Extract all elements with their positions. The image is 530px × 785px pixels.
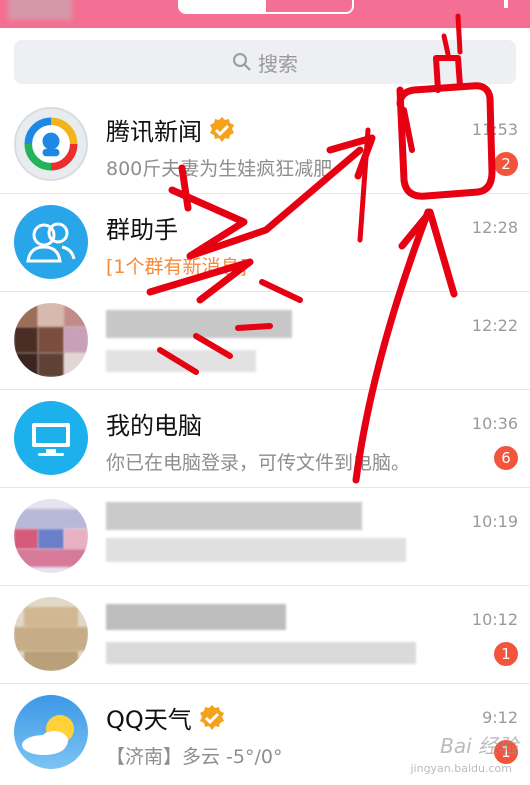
search-bar[interactable]: 搜索 (14, 40, 516, 84)
avatar-blurred (14, 597, 88, 671)
verified-icon (199, 704, 224, 730)
conversation-title: 我的电脑 (106, 412, 202, 440)
search-area: 搜索 (0, 28, 530, 96)
search-icon (233, 53, 251, 71)
conversation-time: 9:12 (482, 708, 518, 727)
conversation-title: 群助手 (106, 216, 178, 244)
conversation-time: 12:28 (471, 218, 518, 237)
header-bar (0, 0, 530, 28)
conversation-time: 12:22 (471, 316, 518, 335)
qq-message-list-screen: 搜索 腾讯新闻 800斤夫妻为生娃疯狂减肥 11:53 2 群助手 [1个群有新… (0, 0, 530, 785)
avatar-blurred (14, 303, 88, 377)
blurred-name (106, 604, 286, 630)
conversation-time: 10:12 (471, 610, 518, 629)
conversation-row-blurred-2[interactable]: 10:19 (0, 488, 530, 586)
conversation-row-group-assistant[interactable]: 群助手 [1个群有新消息] 12:28 (0, 194, 530, 292)
verified-icon (210, 116, 234, 142)
watermark-url: jingyan.baidu.com (410, 762, 512, 775)
conversation-title: 腾讯新闻 (106, 112, 236, 147)
conversation-time: 10:19 (471, 512, 518, 531)
baidu-jingyan-watermark: Bai 经验 (440, 734, 518, 758)
blurred-preview (106, 350, 256, 372)
conversation-list: 腾讯新闻 800斤夫妻为生娃疯狂减肥 11:53 2 群助手 [1个群有新消息]… (0, 96, 530, 782)
blurred-name (106, 310, 292, 338)
blurred-preview (106, 538, 406, 562)
conversation-time: 11:53 (471, 120, 518, 139)
group-assistant-icon (14, 205, 88, 279)
unread-badge: 1 (494, 642, 518, 666)
message-phone-toggle[interactable] (178, 0, 354, 14)
blurred-name (106, 502, 362, 530)
conversation-time: 10:36 (471, 414, 518, 433)
unread-badge: 2 (494, 152, 518, 176)
weather-icon (14, 695, 88, 769)
segment-messages[interactable] (180, 0, 266, 12)
conversation-row-tencent-news[interactable]: 腾讯新闻 800斤夫妻为生娃疯狂减肥 11:53 2 (0, 96, 530, 194)
plus-icon[interactable] (504, 0, 508, 8)
search-placeholder: 搜索 (258, 51, 298, 76)
conversation-preview: 800斤夫妻为生娃疯狂减肥 (106, 158, 333, 180)
conversation-row-blurred-3[interactable]: 10:12 1 (0, 586, 530, 684)
tencent-news-icon (14, 107, 88, 181)
profile-avatar[interactable] (8, 0, 72, 20)
conversation-title: QQ天气 (106, 700, 226, 735)
avatar-blurred (14, 499, 88, 573)
conversation-row-my-computer[interactable]: 我的电脑 你已在电脑登录，可传文件到电脑。 10:36 6 (0, 390, 530, 488)
computer-icon (14, 401, 88, 475)
blurred-preview (106, 642, 416, 664)
unread-badge: 6 (494, 446, 518, 470)
conversation-preview: [1个群有新消息] (106, 256, 247, 278)
conversation-row-blurred-1[interactable]: 12:22 (0, 292, 530, 390)
conversation-preview: 你已在电脑登录，可传文件到电脑。 (106, 452, 411, 474)
